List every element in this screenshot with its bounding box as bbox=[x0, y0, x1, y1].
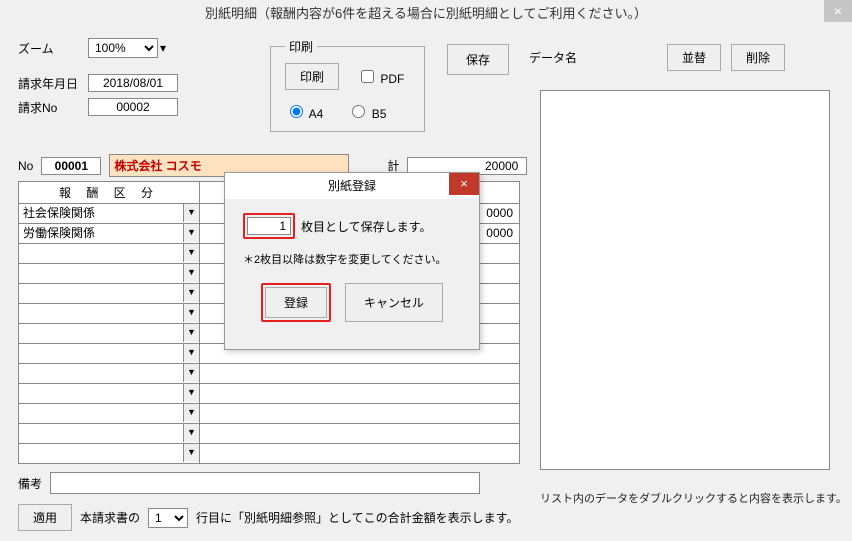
data-name-label: データ名 bbox=[529, 49, 577, 66]
close-icon[interactable]: × bbox=[824, 0, 852, 22]
save-button[interactable]: 保存 bbox=[447, 44, 509, 75]
amount-cell[interactable] bbox=[200, 424, 520, 444]
chevron-down-icon[interactable]: ▼ bbox=[183, 404, 199, 422]
pdf-checkbox-label[interactable]: PDF bbox=[357, 67, 404, 86]
amount-cell[interactable] bbox=[200, 404, 520, 424]
amount-cell[interactable] bbox=[200, 384, 520, 404]
register-highlight: 登録 bbox=[261, 283, 331, 322]
chevron-down-icon[interactable]: ▼ bbox=[183, 344, 199, 362]
header-kubun: 報 酬 区 分 bbox=[18, 181, 200, 204]
register-dialog: 別紙登録 × 枚目として保存します。 ＊2枚目以降は数字を変更してください。 登… bbox=[224, 172, 480, 350]
sheet-number-suffix: 枚目として保存します。 bbox=[301, 218, 431, 235]
no-value[interactable]: 00001 bbox=[41, 157, 101, 175]
delete-button[interactable]: 削除 bbox=[731, 44, 785, 71]
kubun-select[interactable]: 労働保険関係▼ bbox=[18, 224, 200, 244]
kubun-select[interactable]: ▼ bbox=[18, 344, 200, 364]
chevron-down-icon[interactable]: ▼ bbox=[183, 224, 199, 242]
kubun-select[interactable]: ▼ bbox=[18, 244, 200, 264]
amount-cell[interactable] bbox=[200, 364, 520, 384]
kubun-select[interactable]: ▼ bbox=[18, 424, 200, 444]
amount-cell[interactable] bbox=[200, 444, 520, 464]
no-label: No bbox=[18, 159, 33, 173]
zoom-select[interactable]: 100% bbox=[88, 38, 158, 58]
kubun-select[interactable]: ▼ bbox=[18, 264, 200, 284]
a4-radio[interactable] bbox=[290, 105, 303, 118]
line-select[interactable]: 1 bbox=[148, 508, 188, 528]
chevron-down-icon[interactable]: ▼ bbox=[183, 284, 199, 302]
list-hint: リスト内のデータをダブルクリックすると内容を表示します。 bbox=[540, 490, 847, 506]
kubun-select[interactable]: ▼ bbox=[18, 324, 200, 344]
dialog-close-icon[interactable]: × bbox=[449, 173, 479, 195]
chevron-down-icon[interactable]: ▼ bbox=[183, 264, 199, 282]
chevron-down-icon[interactable]: ▼ bbox=[183, 384, 199, 402]
b5-radio[interactable] bbox=[352, 105, 365, 118]
print-group: 印刷 印刷 PDF A4 B5 bbox=[270, 38, 425, 132]
seikyu-date-label: 請求年月日 bbox=[18, 75, 88, 92]
dialog-title: 別紙登録 bbox=[328, 179, 376, 193]
biko-input[interactable] bbox=[50, 472, 480, 494]
window-title: 別紙明細（報酬内容が6件を超える場合に別紙明細としてご利用ください。） bbox=[205, 6, 647, 21]
kubun-select[interactable]: 社会保険関係▼ bbox=[18, 204, 200, 224]
chevron-down-icon[interactable]: ▼ bbox=[183, 424, 199, 442]
chevron-down-icon[interactable]: ▼ bbox=[183, 444, 199, 462]
chevron-down-icon[interactable]: ▼ bbox=[183, 244, 199, 262]
dialog-note: ＊2枚目以降は数字を変更してください。 bbox=[243, 251, 461, 267]
chevron-down-icon[interactable]: ▾ bbox=[160, 41, 166, 55]
chevron-down-icon[interactable]: ▼ bbox=[183, 204, 199, 222]
a4-radio-label[interactable]: A4 bbox=[285, 102, 323, 121]
sort-button[interactable]: 並替 bbox=[667, 44, 721, 71]
kubun-select[interactable]: ▼ bbox=[18, 284, 200, 304]
bottom-text-a: 本請求書の bbox=[80, 509, 140, 526]
seikyu-date-input[interactable] bbox=[88, 74, 178, 92]
print-button[interactable]: 印刷 bbox=[285, 63, 339, 90]
data-list[interactable] bbox=[540, 90, 830, 470]
chevron-down-icon[interactable]: ▼ bbox=[183, 364, 199, 382]
kubun-select[interactable]: ▼ bbox=[18, 404, 200, 424]
kubun-select[interactable]: ▼ bbox=[18, 364, 200, 384]
bottom-text-b: 行目に「別紙明細参照」としてこの合計金額を表示します。 bbox=[196, 509, 518, 526]
seikyu-no-label: 請求No bbox=[18, 99, 88, 116]
chevron-down-icon[interactable]: ▼ bbox=[183, 304, 199, 322]
zoom-label: ズーム bbox=[18, 40, 88, 57]
cancel-button[interactable]: キャンセル bbox=[345, 283, 443, 322]
sheet-number-highlight bbox=[243, 213, 295, 239]
chevron-down-icon[interactable]: ▼ bbox=[183, 324, 199, 342]
print-legend: 印刷 bbox=[285, 38, 317, 55]
kubun-select[interactable]: ▼ bbox=[18, 304, 200, 324]
pdf-checkbox[interactable] bbox=[361, 70, 374, 83]
window-titlebar: 別紙明細（報酬内容が6件を超える場合に別紙明細としてご利用ください。） × bbox=[0, 0, 852, 28]
register-button[interactable]: 登録 bbox=[265, 287, 327, 318]
seikyu-no-input[interactable] bbox=[88, 98, 178, 116]
kubun-select[interactable]: ▼ bbox=[18, 384, 200, 404]
biko-label: 備考 bbox=[18, 475, 42, 492]
dialog-titlebar: 別紙登録 × bbox=[225, 173, 479, 199]
apply-button[interactable]: 適用 bbox=[18, 504, 72, 531]
b5-radio-label[interactable]: B5 bbox=[347, 102, 386, 121]
kubun-select[interactable]: ▼ bbox=[18, 444, 200, 464]
sheet-number-input[interactable] bbox=[247, 217, 291, 235]
